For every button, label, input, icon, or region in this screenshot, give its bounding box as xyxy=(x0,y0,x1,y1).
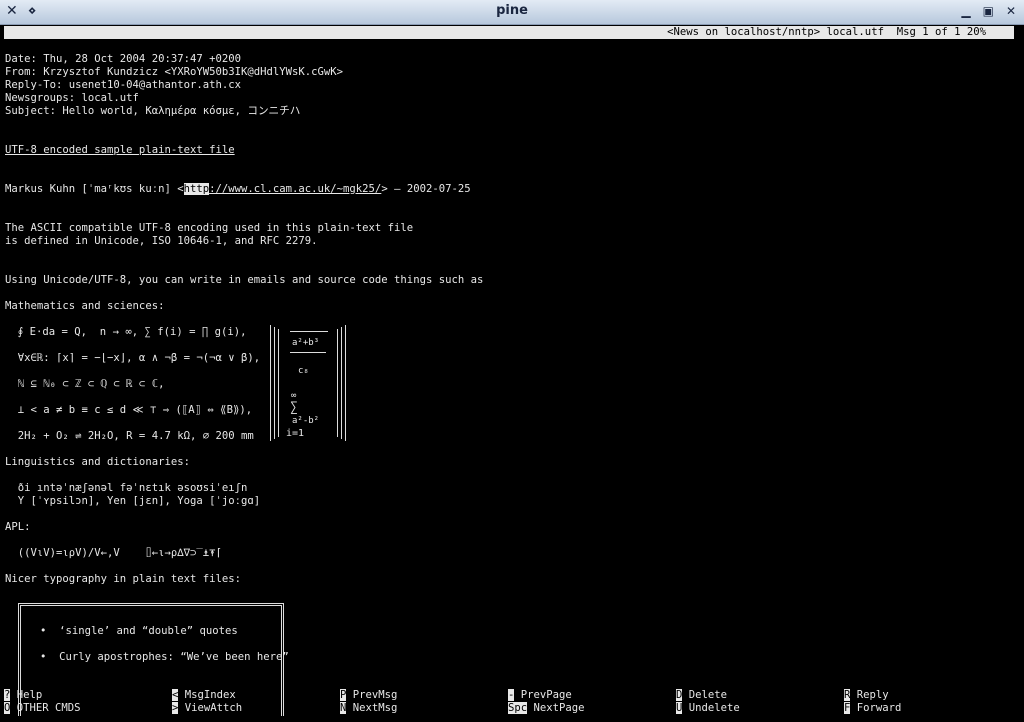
status-left: PINE 4.61 MESSAGE TEXT xyxy=(29,39,189,51)
header-reply-to: Reply-To: usenet10-04@athantor.ath.cx xyxy=(5,79,241,91)
key-label: P xyxy=(340,689,347,701)
key-desc: PrevMsg xyxy=(352,689,398,701)
math-line-3: ℕ ⊆ ℕ₀ ⊂ ℤ ⊂ ℚ ⊂ ℝ ⊂ ℂ, xyxy=(5,378,165,390)
terminal[interactable]: PINE 4.61 MESSAGE TEXT <News on localhos… xyxy=(0,25,1024,722)
key-label: N xyxy=(340,702,347,714)
status-bar: PINE 4.61 MESSAGE TEXT <News on localhos… xyxy=(4,26,1014,51)
key-viewattch[interactable]: > ViewAttch xyxy=(172,702,242,715)
formula-denominator: c₈ xyxy=(298,366,309,376)
key-label: ? xyxy=(4,689,11,701)
key-other-cmds[interactable]: O OTHER CMDS xyxy=(4,702,81,715)
key-desc: OTHER CMDS xyxy=(16,702,81,714)
linguistics-line-2: Y [ˈʏpsilɔn], Yen [jɛn], Yoga [ˈjoːgɑ] xyxy=(5,495,261,507)
apl-title: APL: xyxy=(5,521,31,533)
author-date: > — 2002-07-25 xyxy=(381,183,471,195)
header-subject: Subject: Hello world, Καλημέρα κόσμε, コン… xyxy=(5,105,301,117)
linguistics-line-1: ði ıntəˈnæʃənəl fəˈnɛtık əsoʊsiˈeıʃn xyxy=(5,482,248,494)
key-label: O xyxy=(4,702,11,714)
header-date: Date: Thu, 28 Oct 2004 20:37:47 +0200 xyxy=(5,53,241,65)
formula-index: i=1 xyxy=(286,428,305,439)
key-label: R xyxy=(844,689,851,701)
key-delete[interactable]: D Delete xyxy=(676,689,727,702)
key-desc: Reply xyxy=(856,689,889,701)
typography-item-2: • Curly apostrophes: “We’ve been here” xyxy=(40,651,289,663)
key-prevmsg[interactable]: P PrevMsg xyxy=(340,689,397,702)
key-label: Spc xyxy=(508,702,528,714)
math-line-5: 2H₂ + O₂ ⇌ 2H₂O, R = 4.7 kΩ, ⌀ 200 mm xyxy=(5,430,254,442)
body-para-1: The ASCII compatible UTF-8 encoding used… xyxy=(5,222,414,234)
window-controls: ▁ ▣ ✕ xyxy=(949,4,1016,18)
typography-item-1: • ‘single’ and “double” quotes xyxy=(40,625,238,637)
key-undelete[interactable]: U Undelete xyxy=(676,702,740,715)
key-desc: MsgIndex xyxy=(184,689,236,701)
math-line-1: ∮ E⋅da = Q, n → ∞, ∑ f(i) = ∏ g(i), xyxy=(5,326,247,338)
close-icon[interactable]: ✕ xyxy=(1006,4,1016,18)
formula-numerator: a²+b³ xyxy=(292,338,320,348)
body-para-3: Using Unicode/UTF-8, you can write in em… xyxy=(5,274,484,286)
math-title: Mathematics and sciences: xyxy=(5,300,165,312)
url-link-scheme[interactable]: http xyxy=(183,183,210,195)
key-label: D xyxy=(676,689,683,701)
key-reply[interactable]: R Reply xyxy=(844,689,889,702)
body-heading: UTF-8 encoded sample plain-text file xyxy=(5,144,235,156)
key-desc: ViewAttch xyxy=(184,702,243,714)
header-newsgroups: Newsgroups: local.utf xyxy=(5,92,139,104)
formula-sum: ∑ xyxy=(290,400,298,415)
body-para-2: is defined in Unicode, ISO 10646-1, and … xyxy=(5,235,318,247)
key-forward[interactable]: F Forward xyxy=(844,702,901,715)
key-msgindex[interactable]: < MsgIndex xyxy=(172,689,236,702)
header-from: From: Krzysztof Kundzicz <YXRoYW50b3IK@d… xyxy=(5,66,344,78)
window-titlebar: ✕ ⋄ pine ▁ ▣ ✕ xyxy=(0,0,1024,25)
key-desc: PrevPage xyxy=(520,689,572,701)
maximize-icon[interactable]: ▣ xyxy=(983,4,994,18)
status-right: <News on localhost/nntp> local.utf Msg 1… xyxy=(667,26,986,38)
author-line: Markus Kuhn [ˈmaʳkʊs kuːn] <http://www.c… xyxy=(5,183,471,196)
key-desc: Forward xyxy=(856,702,902,714)
key-label: F xyxy=(844,702,851,714)
author-text: Markus Kuhn [ˈmaʳkʊs kuːn] < xyxy=(5,183,184,195)
math-line-2: ∀x∈ℝ: ⌈x⌉ = −⌊−x⌋, α ∧ ¬β = ¬(¬α ∨ β), xyxy=(5,352,261,364)
minimize-icon[interactable]: ▁ xyxy=(961,4,970,18)
math-line-4: ⊥ < a ≠ b ≡ c ≤ d ≪ ⊤ ⇒ (⟦A⟧ ⇔ ⟪B⟫), xyxy=(5,404,253,416)
key-nextmsg[interactable]: N NextMsg xyxy=(340,702,397,715)
key-prevpage[interactable]: - PrevPage xyxy=(508,689,572,702)
key-desc: Help xyxy=(16,689,43,701)
formula-term: a²-b² xyxy=(292,416,320,426)
key-desc: Delete xyxy=(688,689,728,701)
linguistics-title: Linguistics and dictionaries: xyxy=(5,456,190,468)
key-label: > xyxy=(172,702,179,714)
url-link[interactable]: ://www.cl.cam.ac.uk/~mgk25/ xyxy=(209,183,381,195)
key-label: - xyxy=(508,689,515,701)
key-label: U xyxy=(676,702,683,714)
key-nextpage[interactable]: Spc NextPage xyxy=(508,702,585,715)
key-help[interactable]: ? Help xyxy=(4,689,42,702)
window-title: pine xyxy=(496,3,528,18)
key-label: < xyxy=(172,689,179,701)
key-desc: NextMsg xyxy=(352,702,398,714)
key-desc: NextPage xyxy=(533,702,585,714)
typography-title: Nicer typography in plain text files: xyxy=(5,573,241,585)
apl-line: ((V⍳V)=⍳⍴V)/V←,V ⌷←⍳→⍴∆∇⊃‾⍎⍕⌈ xyxy=(5,547,222,559)
key-desc: Undelete xyxy=(688,702,740,714)
